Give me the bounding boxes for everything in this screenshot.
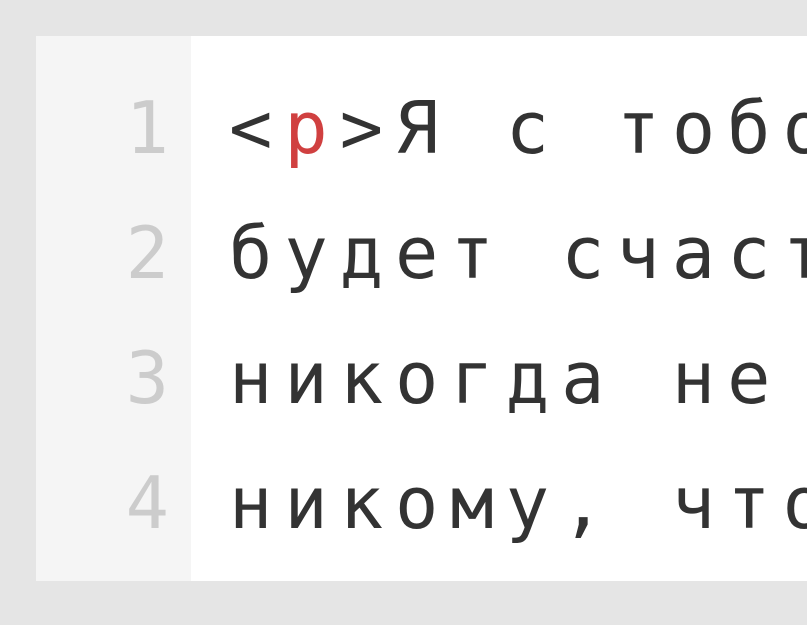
code-text: Я с тобо	[395, 86, 807, 170]
line-number: 1	[36, 66, 169, 191]
tag-name: p	[284, 86, 339, 170]
code-line[interactable]: никогда не	[229, 316, 807, 441]
line-number: 3	[36, 316, 169, 441]
code-editor[interactable]: 1 2 3 4 <p>Я с тобо будет счаст никогда …	[36, 36, 807, 581]
code-line[interactable]: <p>Я с тобо	[229, 66, 807, 191]
code-content[interactable]: <p>Я с тобо будет счаст никогда не ником…	[191, 36, 807, 581]
line-number: 4	[36, 441, 169, 566]
code-text: будет счаст	[229, 211, 807, 295]
tag-open-bracket: <	[229, 86, 284, 170]
line-number: 2	[36, 191, 169, 316]
tag-close-bracket: >	[340, 86, 395, 170]
code-text: никому, что	[229, 461, 807, 545]
code-text: никогда не	[229, 336, 782, 420]
code-line[interactable]: будет счаст	[229, 191, 807, 316]
line-number-gutter: 1 2 3 4	[36, 36, 191, 581]
code-line[interactable]: никому, что	[229, 441, 807, 566]
